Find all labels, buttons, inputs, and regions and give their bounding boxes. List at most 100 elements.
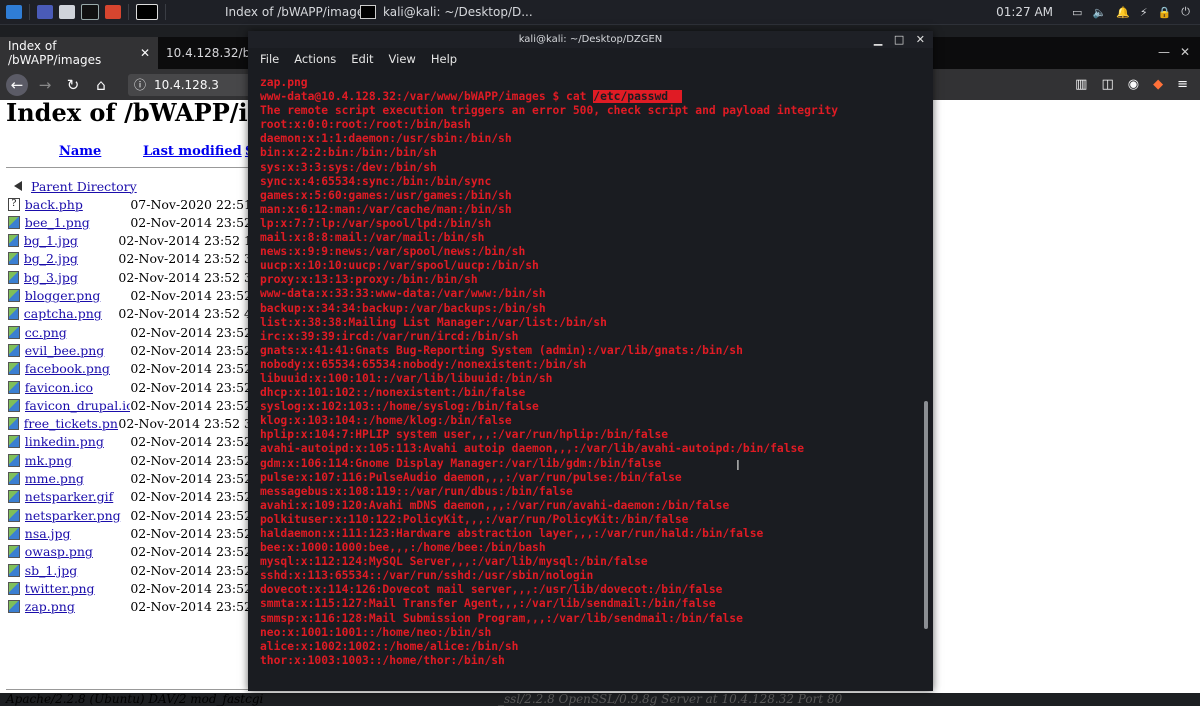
file-date: 02-Nov-2014 23:52 bbox=[130, 544, 252, 560]
image-icon bbox=[8, 545, 20, 559]
menu-help[interactable]: Help bbox=[431, 52, 457, 66]
logout-icon[interactable]: ⏻ bbox=[1181, 5, 1190, 19]
unknown-file-icon: ? bbox=[8, 197, 20, 211]
file-date: 02-Nov-2014 23:52 3 bbox=[118, 269, 252, 285]
list-item: favicon.ico 02-Nov-2014 23:52 bbox=[8, 378, 252, 396]
column-last-modified-link[interactable]: Last modified bbox=[143, 144, 242, 159]
file-link[interactable]: facebook.png bbox=[25, 361, 131, 376]
terminal-output[interactable]: zap.png www-data@10.4.128.32:/var/www/bWA… bbox=[260, 76, 919, 691]
menu-view[interactable]: View bbox=[389, 52, 416, 66]
file-link[interactable]: bee_1.png bbox=[25, 215, 131, 230]
clock[interactable]: 01:27 AM bbox=[996, 5, 1053, 19]
taskbar-terminal[interactable]: kali@kali: ~/Desktop/D... bbox=[352, 0, 541, 24]
home-button[interactable]: ⌂ bbox=[90, 74, 112, 96]
notification-bell-icon[interactable]: 🔔 bbox=[1116, 6, 1130, 19]
workspace-switcher-icon[interactable] bbox=[136, 4, 158, 20]
file-link[interactable]: bg_2.jpg bbox=[24, 251, 119, 266]
volume-icon[interactable]: 🔈 bbox=[1092, 6, 1106, 19]
image-icon bbox=[8, 435, 20, 449]
power-icon[interactable]: ⚡ bbox=[1140, 6, 1148, 19]
extension-icon[interactable]: ◆ bbox=[1153, 77, 1163, 92]
maximize-icon[interactable]: □ bbox=[894, 33, 904, 46]
browser-launcher-icon[interactable] bbox=[105, 5, 121, 19]
url-text: 10.4.128.3 bbox=[154, 77, 219, 92]
image-icon bbox=[8, 526, 20, 540]
window-minimize-icon[interactable]: — bbox=[1158, 45, 1170, 59]
file-date: 02-Nov-2014 23:52 bbox=[130, 397, 252, 413]
tab-index-images[interactable]: Index of /bWAPP/images ✕ bbox=[0, 37, 158, 69]
kali-menu-icon[interactable] bbox=[6, 5, 22, 19]
forward-button[interactable]: → bbox=[34, 74, 56, 96]
file-link[interactable]: cc.png bbox=[25, 325, 131, 340]
terminal-titlebar: kali@kali: ~/Desktop/DZGEN ▁ □ ✕ bbox=[248, 31, 933, 48]
file-date: 02-Nov-2014 23:52 bbox=[130, 434, 252, 450]
file-date: 02-Nov-2014 23:52 bbox=[130, 507, 252, 523]
back-button[interactable]: ← bbox=[6, 73, 28, 96]
tab-bwapp[interactable]: 10.4.128.32/bWAI bbox=[158, 37, 273, 69]
terminal-title: kali@kali: ~/Desktop/DZGEN bbox=[518, 34, 663, 45]
file-link[interactable]: netsparker.gif bbox=[25, 489, 131, 504]
file-link[interactable]: zap.png bbox=[25, 599, 131, 614]
terminal-line: www-data:x:33:33:www-data:/var/www:/bin/… bbox=[260, 287, 546, 301]
file-link[interactable]: bg_3.jpg bbox=[24, 270, 119, 285]
file-manager-icon[interactable] bbox=[59, 5, 75, 19]
close-icon[interactable]: ✕ bbox=[916, 33, 925, 46]
terminal-line: hplip:x:104:7:HPLIP system user,,,:/var/… bbox=[260, 428, 669, 442]
file-link[interactable]: back.php bbox=[25, 197, 131, 212]
file-link[interactable]: mk.png bbox=[25, 453, 131, 468]
file-link[interactable]: netsparker.png bbox=[25, 508, 131, 523]
panel-separator bbox=[165, 4, 166, 20]
minimize-icon[interactable]: ▁ bbox=[874, 33, 882, 46]
column-name-link[interactable]: Name bbox=[59, 144, 101, 159]
terminal-menubar: File Actions Edit View Help bbox=[248, 48, 933, 70]
terminal-line: avahi-autoipd:x:105:113:Avahi autoip dae… bbox=[260, 442, 805, 456]
close-icon[interactable]: ✕ bbox=[140, 46, 150, 60]
account-icon[interactable]: ◉ bbox=[1128, 77, 1139, 92]
file-link[interactable]: blogger.png bbox=[25, 288, 131, 303]
file-link[interactable]: free_tickets.png bbox=[24, 416, 119, 431]
file-link[interactable]: nsa.jpg bbox=[25, 526, 131, 541]
terminal-launcher-icon[interactable] bbox=[81, 4, 99, 20]
image-icon bbox=[8, 508, 20, 522]
lock-icon[interactable]: 🔒 bbox=[1158, 6, 1172, 19]
library-icon[interactable]: ▥ bbox=[1075, 77, 1087, 92]
file-link[interactable]: captcha.png bbox=[24, 306, 119, 321]
image-icon bbox=[8, 215, 20, 229]
terminal-line: lp:x:7:7:lp:/var/spool/lpd:/bin/sh bbox=[260, 216, 492, 230]
file-link[interactable]: bg_1.jpg bbox=[24, 233, 119, 248]
file-date: 02-Nov-2014 23:52 1 bbox=[118, 233, 252, 249]
file-link[interactable]: sb_1.jpg bbox=[25, 563, 131, 578]
file-link[interactable]: linkedin.png bbox=[25, 434, 131, 449]
image-icon bbox=[8, 600, 20, 614]
parent-directory-link[interactable]: Parent Directory bbox=[31, 179, 137, 194]
terminal-line: bin:x:2:2:bin:/bin:/bin/sh bbox=[260, 146, 437, 160]
menu-icon[interactable]: ≡ bbox=[1177, 77, 1188, 92]
file-link[interactable]: mme.png bbox=[25, 471, 131, 486]
display-icon[interactable]: ▭ bbox=[1072, 6, 1082, 19]
workspace-icon[interactable] bbox=[37, 5, 53, 19]
file-link[interactable]: owasp.png bbox=[25, 544, 131, 559]
file-date: 02-Nov-2014 23:52 4 bbox=[118, 306, 252, 322]
image-icon bbox=[8, 472, 20, 485]
parent-directory-row: Parent Directory bbox=[8, 177, 252, 195]
sidebar-icon[interactable]: ◫ bbox=[1101, 77, 1113, 92]
reload-button[interactable]: ↻ bbox=[62, 74, 84, 96]
terminal-line: irc:x:39:39:ircd:/var/run/ircd:/bin/sh bbox=[260, 329, 519, 343]
file-link[interactable]: favicon.ico bbox=[25, 380, 131, 395]
file-link[interactable]: favicon_drupal.ico bbox=[25, 398, 131, 413]
file-link[interactable]: evil_bee.png bbox=[25, 343, 131, 358]
file-date: 02-Nov-2014 23:52 bbox=[130, 324, 252, 340]
file-link[interactable]: twitter.png bbox=[25, 581, 131, 596]
terminal-line: daemon:x:1:1:daemon:/usr/sbin:/bin/sh bbox=[260, 132, 512, 146]
terminal-scrollbar[interactable] bbox=[924, 401, 928, 629]
task-label: kali@kali: ~/Desktop/D... bbox=[383, 5, 533, 19]
menu-actions[interactable]: Actions bbox=[294, 52, 336, 66]
info-icon[interactable]: ⓘ bbox=[134, 76, 146, 93]
list-item: cc.png 02-Nov-2014 23:52 bbox=[8, 323, 252, 341]
menu-edit[interactable]: Edit bbox=[351, 52, 373, 66]
menu-file[interactable]: File bbox=[260, 52, 279, 66]
window-close-icon[interactable]: ✕ bbox=[1180, 45, 1190, 59]
terminal-line: list:x:38:38:Mailing List Manager:/var/l… bbox=[260, 315, 607, 329]
terminal-line: polkituser:x:110:122:PolicyKit,,,:/var/r… bbox=[260, 512, 689, 526]
taskbar-firefox[interactable]: Index of /bWAPP/image... bbox=[210, 0, 376, 24]
